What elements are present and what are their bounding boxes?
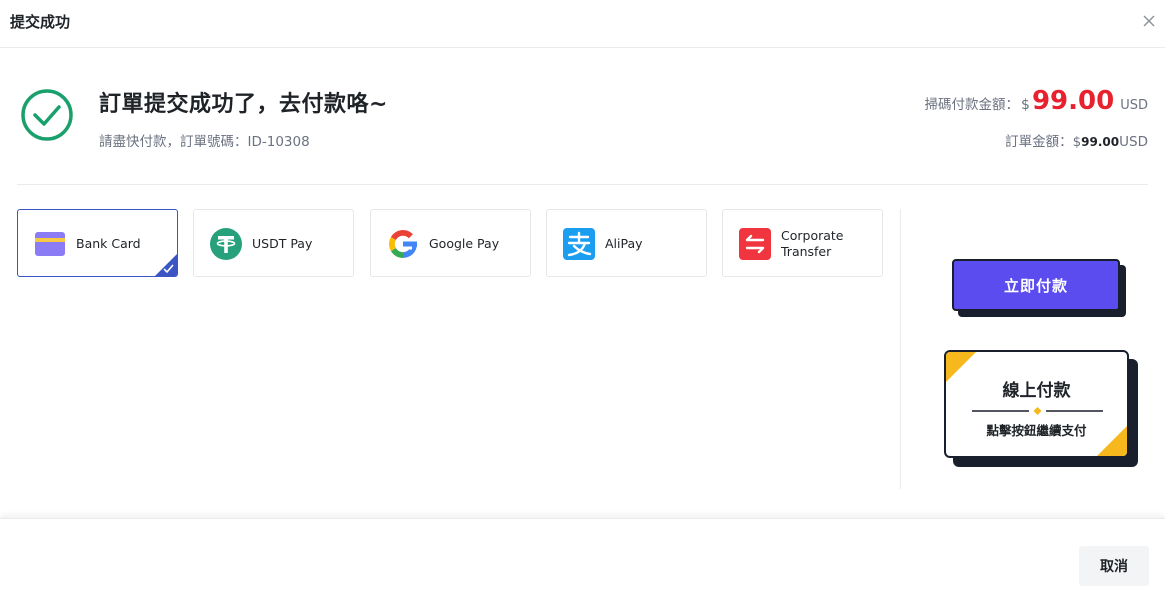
success-title: 訂單提交成功了，去付款咯~ bbox=[99, 92, 388, 117]
scan-currency-symbol: $ bbox=[1021, 97, 1030, 113]
order-amount-unit: USD bbox=[1119, 134, 1148, 150]
alipay-icon bbox=[563, 228, 595, 260]
order-amount-value: 99.00 bbox=[1081, 135, 1120, 149]
diamond-divider-icon bbox=[972, 407, 1103, 415]
close-icon[interactable] bbox=[1139, 11, 1159, 31]
cancel-button[interactable]: 取消 bbox=[1079, 546, 1149, 586]
google-icon bbox=[389, 229, 417, 258]
bank-card-icon bbox=[35, 232, 65, 256]
transfer-icon bbox=[739, 228, 771, 260]
payment-method-label: AliPay bbox=[605, 236, 643, 251]
payment-method-alipay[interactable]: AliPay bbox=[546, 209, 707, 277]
online-payment-title: 線上付款 bbox=[1002, 381, 1071, 401]
payment-method-label: Bank Card bbox=[76, 236, 141, 251]
dialog-header: 提交成功 bbox=[0, 0, 1165, 48]
online-payment-card[interactable]: 線上付款 點擊按鈕繼續支付 bbox=[944, 350, 1140, 468]
success-check-icon bbox=[21, 89, 73, 141]
payment-dialog: 提交成功 訂單提交成功了，去付款咯~ 請盡快付款，訂單號碼：ID-10308 掃… bbox=[0, 0, 1165, 590]
scan-amount: 掃碼付款金額： $ 99.00 USD bbox=[925, 86, 1148, 116]
payment-method-corporate-transfer[interactable]: Corporate Transfer bbox=[722, 209, 883, 277]
scan-amount-unit: USD bbox=[1120, 98, 1148, 113]
payment-method-bank-card[interactable]: Bank Card bbox=[17, 209, 178, 277]
vertical-separator bbox=[900, 209, 901, 489]
order-amount: 訂單金額： $ 99.00 USD bbox=[1005, 130, 1148, 150]
usdt-icon bbox=[210, 228, 242, 260]
order-currency-symbol: $ bbox=[1072, 134, 1082, 150]
pay-now-button[interactable]: 立即付款 bbox=[952, 259, 1120, 311]
dialog-footer: 取消 bbox=[0, 518, 1165, 590]
dialog-title: 提交成功 bbox=[10, 13, 71, 31]
online-payment-panel[interactable]: 線上付款 點擊按鈕繼續支付 bbox=[944, 350, 1129, 458]
order-amount-label: 訂單金額： bbox=[1005, 134, 1073, 150]
payment-method-google-pay[interactable]: Google Pay bbox=[370, 209, 531, 277]
payment-method-usdt[interactable]: USDT Pay bbox=[193, 209, 354, 277]
pay-now-button-wrap[interactable]: 立即付款 bbox=[952, 259, 1128, 319]
scan-amount-label: 掃碼付款金額： bbox=[924, 97, 1020, 113]
selected-check-icon bbox=[155, 254, 177, 276]
scan-amount-value: 99.00 bbox=[1031, 86, 1115, 116]
corner-accent-icon bbox=[1097, 426, 1127, 456]
payment-method-label: USDT Pay bbox=[252, 236, 313, 251]
payment-method-label: Google Pay bbox=[429, 236, 500, 251]
payment-method-label: Corporate Transfer bbox=[781, 228, 844, 259]
order-number-text: 請盡快付款，訂單號碼：ID-10308 bbox=[99, 134, 310, 150]
summary-divider bbox=[17, 184, 1148, 185]
